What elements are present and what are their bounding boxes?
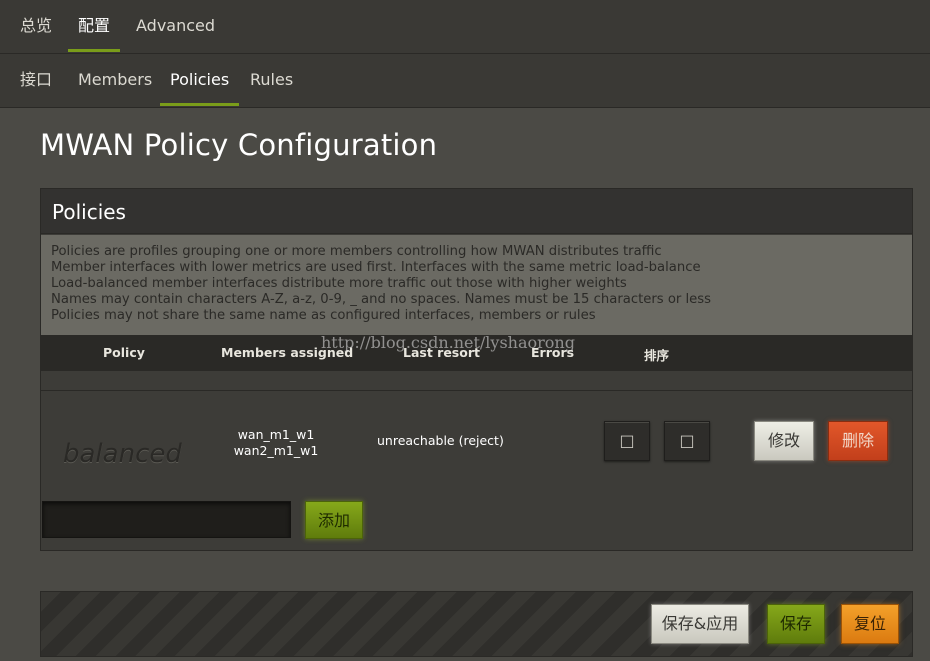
reset-button[interactable]: 复位 xyxy=(841,604,899,644)
subtab-policies[interactable]: Policies xyxy=(160,54,240,106)
description-line: Load-balanced member interfaces distribu… xyxy=(51,276,627,291)
footer-actions: 保存&应用 保存 复位 xyxy=(40,591,913,657)
panel-header: Policies xyxy=(41,189,912,234)
description-line: Policies are profiles grouping one or mo… xyxy=(51,244,662,259)
top-nav: 总览 配置 Advanced xyxy=(0,0,930,54)
delete-button[interactable]: 删除 xyxy=(828,421,888,461)
tab-advanced[interactable]: Advanced xyxy=(126,0,225,52)
save-apply-button[interactable]: 保存&应用 xyxy=(651,604,749,644)
sort-up-button[interactable]: □ xyxy=(604,421,650,461)
save-button[interactable]: 保存 xyxy=(767,604,825,644)
description-line: Policies may not share the same name as … xyxy=(51,308,596,323)
sub-nav: 接口 Members Policies Rules xyxy=(0,54,930,108)
tab-overview[interactable]: 总览 xyxy=(10,0,62,52)
tab-config[interactable]: 配置 xyxy=(68,0,121,52)
subtab-rules[interactable]: Rules xyxy=(240,54,303,106)
panel-description: Policies are profiles grouping one or mo… xyxy=(41,235,912,335)
panel-title: Policies xyxy=(52,200,126,224)
watermark: http://blog.csdn.net/lyshaorong xyxy=(321,333,575,352)
members-assigned: wan_m1_w1 wan2_m1_w1 xyxy=(221,427,331,459)
policy-name: balanced xyxy=(63,439,182,469)
new-policy-input[interactable] xyxy=(42,501,291,538)
description-line: Names may contain characters A-Z, a-z, 0… xyxy=(51,292,712,307)
description-line: Member interfaces with lower metrics are… xyxy=(51,260,701,275)
member-item: wan2_m1_w1 xyxy=(233,443,319,458)
sort-down-button[interactable]: □ xyxy=(664,421,710,461)
page-title: MWAN Policy Configuration xyxy=(40,128,438,162)
header-sort: 排序 xyxy=(644,348,670,363)
subtab-interfaces[interactable]: 接口 xyxy=(10,54,62,106)
subtab-members[interactable]: Members xyxy=(68,54,162,106)
policies-panel: Policies Policies are profiles grouping … xyxy=(40,188,913,551)
divider xyxy=(41,390,912,391)
add-button[interactable]: 添加 xyxy=(305,501,363,539)
header-policy: Policy xyxy=(103,345,145,360)
member-item: wan_m1_w1 xyxy=(237,427,315,442)
edit-button[interactable]: 修改 xyxy=(754,421,814,461)
last-resort-value: unreachable (reject) xyxy=(377,433,504,448)
